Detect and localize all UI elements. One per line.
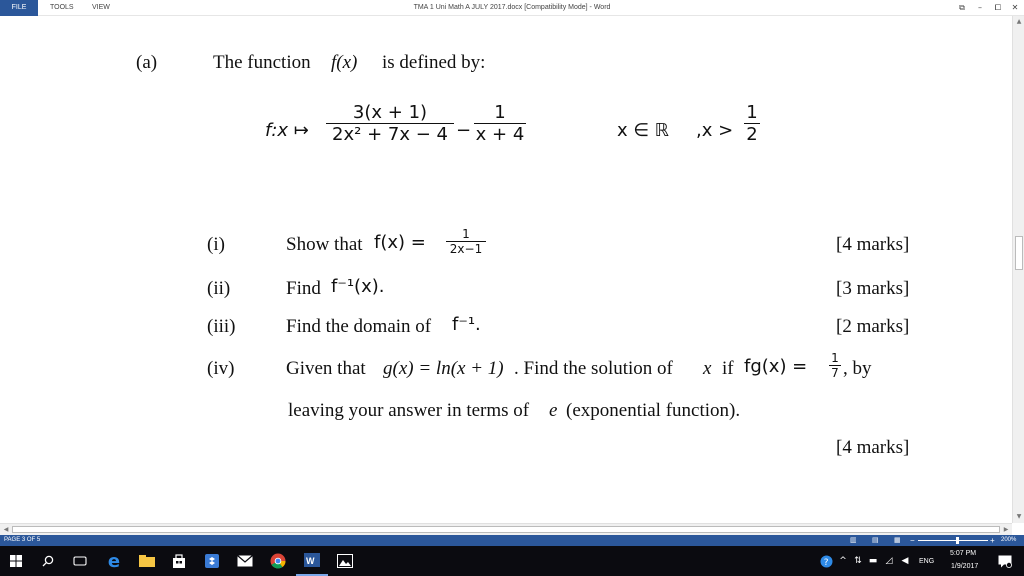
item-iii-marks: [2 marks] (836, 316, 910, 337)
item-iii-math: f⁻¹. (452, 314, 481, 335)
fraction-1-denominator: 2x² + 7x − 4 (332, 124, 448, 145)
vertical-scroll-thumb[interactable] (1015, 236, 1023, 270)
horizontal-scrollbar[interactable]: ◀ ▶ (0, 523, 1012, 535)
item-ii-text: Find (286, 278, 321, 299)
item-iv-fraction: 1 7 (829, 351, 841, 380)
item-i-fraction: 1 2x−1 (446, 227, 486, 256)
item-iv-line2-e: e (549, 400, 558, 421)
clock-time[interactable]: 5:07 PM (950, 550, 976, 557)
vertical-scrollbar[interactable]: ▲ ▼ (1012, 16, 1024, 523)
network-devices-icon[interactable]: ⇅ (851, 546, 865, 576)
fraction-2: 1 x + 4 (474, 102, 526, 145)
item-iv-line2-b: (exponential function). (566, 400, 741, 421)
scroll-up-icon[interactable]: ▲ (1013, 16, 1024, 28)
document-page[interactable]: (a) The function f(x) is defined by: f:x… (0, 16, 1012, 523)
task-view-icon[interactable] (64, 546, 96, 576)
intro-text: The function (213, 52, 311, 73)
help-icon[interactable]: ? (816, 546, 836, 576)
fraction-1-numerator: 3(x + 1) (352, 102, 428, 123)
item-ii-marks: [3 marks] (836, 278, 910, 299)
fraction-1: 3(x + 1) 2x² + 7x − 4 (326, 102, 454, 145)
chrome-icon[interactable] (262, 546, 294, 576)
mail-icon[interactable] (229, 546, 261, 576)
part-label: (a) (136, 52, 158, 73)
item-iv-line2-a: leaving your answer in terms of (288, 400, 530, 421)
item-iv-text: Given that (286, 358, 366, 379)
show-hidden-icons[interactable]: ^ (836, 546, 850, 576)
item-ii-math: f⁻¹(x). (331, 276, 385, 297)
battery-icon[interactable]: ▬ (866, 546, 880, 576)
print-layout-icon[interactable]: ▤ (872, 535, 879, 546)
item-iv-label: (iv) (207, 358, 235, 379)
item-ii-label: (ii) (207, 278, 231, 299)
notifications-icon[interactable] (990, 546, 1020, 576)
item-iv-denominator: 7 (831, 366, 839, 380)
item-iii-label: (iii) (207, 316, 236, 337)
item-iv-marks: [4 marks] (836, 437, 910, 458)
fraction-2-denominator: x + 4 (475, 124, 525, 145)
item-iv-x: x (703, 358, 712, 379)
item-i-text: Show that (286, 234, 363, 255)
item-i-marks: [4 marks] (836, 234, 910, 255)
volume-icon[interactable]: ◀ (898, 546, 912, 576)
web-layout-icon[interactable]: ▦ (894, 535, 901, 546)
page-indicator[interactable]: PAGE 3 OF 5 (4, 535, 40, 546)
close-icon[interactable]: ✕ (1008, 0, 1022, 16)
store-icon[interactable] (163, 546, 195, 576)
condition: ,x > (696, 120, 734, 141)
zoom-out-button[interactable]: − (910, 535, 915, 546)
domain-set: x ∈ ℝ (617, 120, 670, 141)
svg-text:W: W (306, 556, 315, 566)
condition-fraction: 1 2 (744, 102, 760, 145)
item-i-numerator: 1 (462, 227, 470, 241)
zoom-in-button[interactable]: + (990, 535, 995, 546)
zoom-level[interactable]: 200% (1001, 535, 1016, 546)
item-i-math: f(x) = (374, 232, 426, 253)
condition-denominator: 2 (746, 124, 758, 145)
item-iv-fg: fg(x) = (744, 356, 808, 377)
wifi-icon[interactable]: ◿ (882, 546, 896, 576)
language-indicator[interactable]: ENG (919, 558, 934, 565)
title-bar: FILE TOOLS VIEW TMA 1 Uni Math A JULY 20… (0, 0, 1024, 16)
fraction-2-numerator: 1 (494, 102, 506, 123)
item-i-label: (i) (207, 234, 225, 255)
read-mode-icon[interactable]: ▥ (850, 535, 857, 546)
search-icon[interactable] (32, 546, 64, 576)
svg-text:?: ? (823, 558, 828, 568)
word-app-icon[interactable]: W (296, 546, 328, 576)
item-iv-g: g(x) = ln(x + 1) (383, 358, 504, 379)
item-i-denominator: 2x−1 (449, 242, 483, 256)
scroll-down-icon[interactable]: ▼ (1013, 511, 1024, 523)
zoom-slider-track[interactable] (918, 540, 988, 541)
taskbar: e W ? ^ ⇅ ▬ ◿ ◀ ENG 5:07 PM 1/9/2017 (0, 546, 1024, 576)
file-explorer-icon[interactable] (131, 546, 163, 576)
status-bar: PAGE 3 OF 5 ▥ ▤ ▦ − + 200% (0, 535, 1024, 546)
item-iv-numerator: 1 (831, 351, 839, 365)
dropbox-icon[interactable] (196, 546, 228, 576)
document-title: TMA 1 Uni Math A JULY 2017.docx [Compati… (413, 4, 611, 11)
minimize-icon[interactable]: – (973, 0, 987, 16)
zoom-slider-knob[interactable] (956, 537, 959, 544)
intro-fx: f(x) (331, 52, 358, 73)
maximize-icon[interactable]: ⧠ (991, 0, 1005, 16)
minus-sign: − (456, 120, 472, 141)
condition-numerator: 1 (746, 102, 758, 123)
item-iv-text2: . Find the solution of (514, 358, 673, 379)
windows-start-icon[interactable] (0, 546, 32, 576)
item-iv-by: , by (843, 358, 872, 379)
intro-suffix: is defined by: (382, 52, 486, 73)
photos-icon[interactable] (329, 546, 361, 576)
definition-lhs: f:x ↦ (265, 120, 309, 141)
restore-ribbon-icon[interactable]: ⧉ (955, 0, 969, 16)
edge-browser-icon[interactable]: e (98, 546, 130, 576)
horizontal-scroll-thumb[interactable] (12, 526, 1000, 533)
item-iv-if: if (722, 358, 734, 379)
clock-date[interactable]: 1/9/2017 (951, 563, 978, 570)
item-iii-text: Find the domain of (286, 316, 432, 337)
